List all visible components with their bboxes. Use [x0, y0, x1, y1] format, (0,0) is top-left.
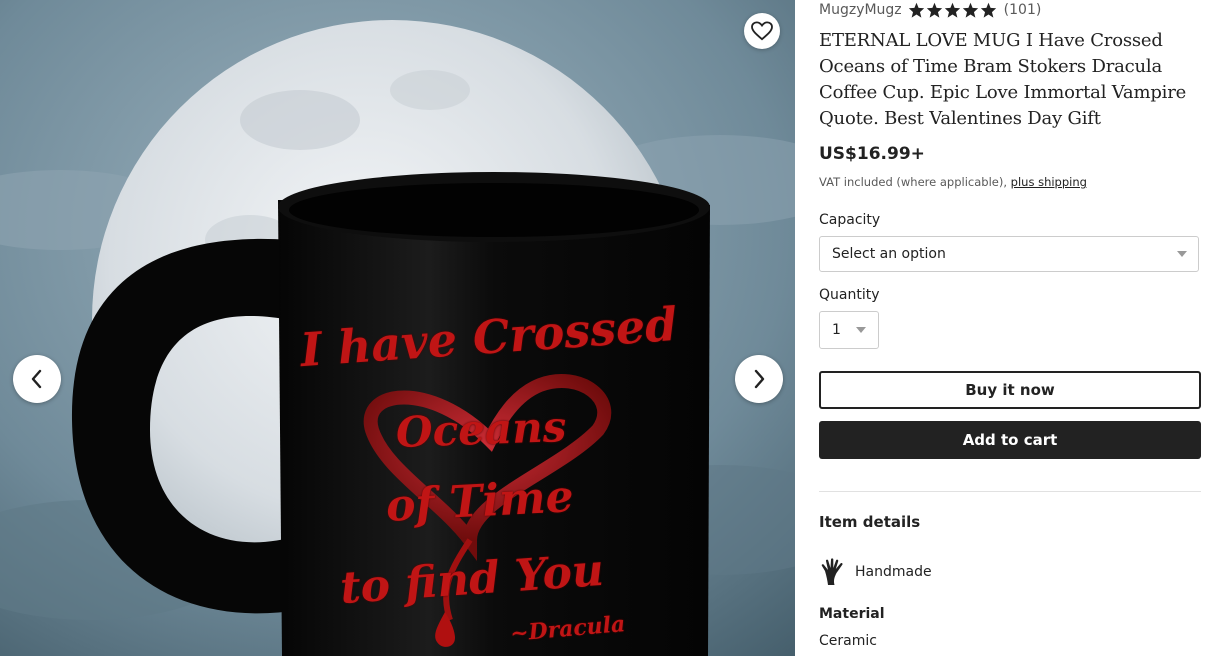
star-icon: [962, 2, 978, 18]
product-title: ETERNAL LOVE MUG I Have Crossed Oceans o…: [819, 30, 1187, 129]
buy-now-button[interactable]: Buy it now: [819, 371, 1201, 409]
chevron-left-icon: [31, 369, 42, 389]
shipping-link[interactable]: plus shipping: [1011, 175, 1087, 189]
add-to-cart-button[interactable]: Add to cart: [819, 421, 1201, 459]
star-icon: [944, 2, 960, 18]
shop-name-link[interactable]: MugzyMugz: [819, 2, 902, 18]
star-icon: [908, 2, 924, 18]
star-icon: [980, 2, 996, 18]
capacity-label: Capacity: [819, 212, 881, 228]
item-details-heading[interactable]: Item details: [819, 513, 920, 531]
divider: [819, 491, 1201, 492]
capacity-select[interactable]: Select an option: [819, 236, 1199, 272]
material-value: Ceramic: [819, 633, 877, 649]
product-price: US$16.99+: [819, 144, 925, 164]
quantity-select-value: 1: [832, 322, 841, 338]
favorite-button[interactable]: [744, 13, 780, 49]
capacity-select-value: Select an option: [832, 246, 946, 262]
shop-info: MugzyMugz (101): [819, 1, 1041, 19]
mug-text-line: Oceans: [395, 402, 568, 457]
review-count[interactable]: (101): [1004, 2, 1042, 18]
handmade-label: Handmade: [855, 564, 932, 580]
handmade-row: Handmade: [819, 557, 932, 587]
product-image-gallery: I have Crossed Oceans of Time to find Yo…: [0, 0, 795, 656]
previous-image-button[interactable]: [13, 355, 61, 403]
star-icon: [926, 2, 942, 18]
caret-down-icon: [1177, 251, 1187, 257]
heart-icon: [751, 21, 773, 41]
quantity-select[interactable]: 1: [819, 311, 879, 349]
mug-text-line: of Time: [384, 471, 575, 532]
quantity-label: Quantity: [819, 287, 880, 303]
vat-notice: VAT included (where applicable), plus sh…: [819, 175, 1087, 189]
material-label: Material: [819, 606, 885, 622]
hand-icon: [821, 558, 843, 585]
next-image-button[interactable]: [735, 355, 783, 403]
chevron-right-icon: [754, 369, 765, 389]
vat-text: VAT included (where applicable),: [819, 175, 1011, 189]
caret-down-icon: [856, 327, 866, 333]
rating-stars[interactable]: [908, 2, 997, 18]
